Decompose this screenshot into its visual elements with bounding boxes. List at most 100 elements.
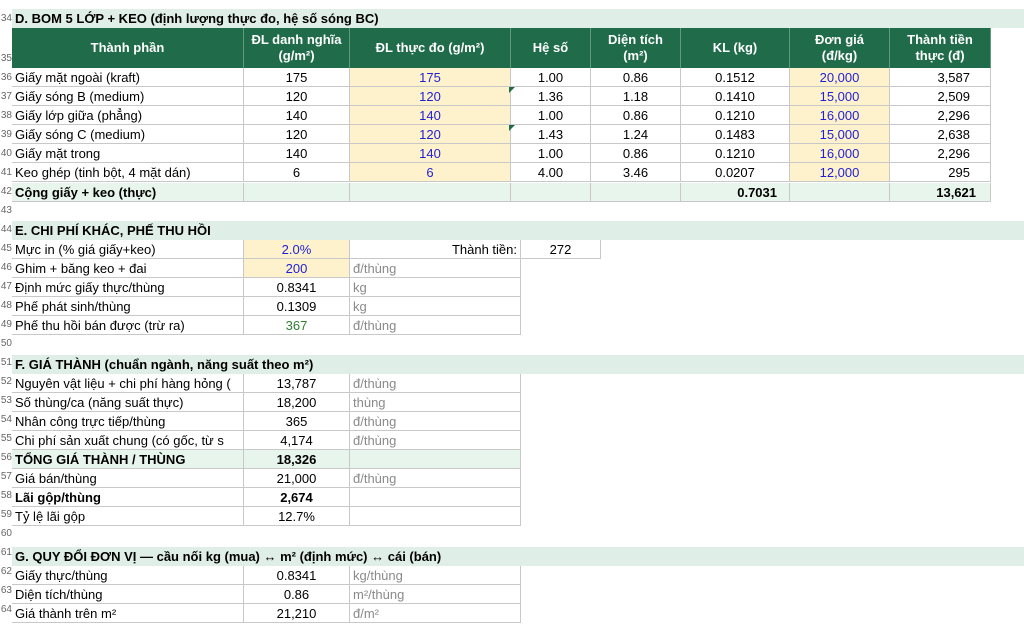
other-cost-label[interactable]: Định mức giấy thực/thùng bbox=[12, 278, 244, 297]
cost-label[interactable]: Tỷ lệ lãi gộp bbox=[12, 507, 244, 526]
bom-amount[interactable]: 2,638 bbox=[890, 125, 991, 144]
cost-label[interactable]: TỔNG GIÁ THÀNH / THÙNG bbox=[12, 450, 244, 469]
row-number[interactable]: 49 bbox=[0, 315, 12, 334]
cost-unit[interactable]: thùng bbox=[350, 393, 521, 412]
bom-component-name[interactable]: Giấy mặt trong bbox=[12, 144, 244, 163]
cost-unit[interactable] bbox=[350, 507, 521, 526]
ink-percent-input[interactable]: 2.0% bbox=[244, 240, 350, 259]
bom-area[interactable]: 1.18 bbox=[591, 87, 681, 106]
row-number[interactable]: 47 bbox=[0, 277, 12, 296]
bom-amount[interactable]: 2,509 bbox=[890, 87, 991, 106]
cost-unit[interactable]: đ/thùng bbox=[350, 412, 521, 431]
bom-unit-price-input[interactable]: 15,000 bbox=[790, 125, 890, 144]
other-cost-unit[interactable]: kg bbox=[350, 297, 521, 316]
header-nominal[interactable]: ĐL danh nghĩa (g/m²) bbox=[244, 28, 350, 68]
row-number[interactable]: 51 bbox=[0, 353, 12, 372]
cost-value[interactable]: 4,174 bbox=[244, 431, 350, 450]
cost-label[interactable]: Nguyên vật liệu + chi phí hàng hỏng ( bbox=[12, 374, 244, 393]
header-unit-price[interactable]: Đơn giá (đ/kg) bbox=[790, 28, 890, 68]
convert-value[interactable]: 0.8341 bbox=[244, 566, 350, 585]
row-number[interactable]: 46 bbox=[0, 258, 12, 277]
cost-label[interactable]: Chi phí sản xuất chung (có gốc, từ s bbox=[12, 431, 244, 450]
cost-label[interactable]: Giá bán/thùng bbox=[12, 469, 244, 488]
row-number[interactable]: 39 bbox=[0, 125, 12, 144]
bom-amount[interactable]: 2,296 bbox=[890, 144, 991, 163]
ink-label[interactable]: Mực in (% giá giấy+keo) bbox=[12, 240, 244, 259]
bom-measured-gsm-input[interactable]: 175 bbox=[350, 68, 511, 87]
row-number[interactable]: 57 bbox=[0, 467, 12, 486]
header-amount[interactable]: Thành tiền thực (đ) bbox=[890, 28, 991, 68]
cost-unit[interactable]: đ/thùng bbox=[350, 431, 521, 450]
bom-component-name[interactable]: Giấy sóng C (medium) bbox=[12, 125, 244, 144]
bom-total-amount[interactable]: 13,621 bbox=[890, 183, 991, 202]
row-number[interactable]: 38 bbox=[0, 106, 12, 125]
header-measured[interactable]: ĐL thực đo (g/m²) bbox=[350, 28, 511, 68]
bom-component-name[interactable]: Giấy mặt ngoài (kraft) bbox=[12, 68, 244, 87]
cost-value[interactable]: 18,200 bbox=[244, 393, 350, 412]
cost-value[interactable]: 365 bbox=[244, 412, 350, 431]
convert-unit[interactable]: đ/m² bbox=[350, 604, 521, 623]
other-cost-value[interactable]: 0.1309 bbox=[244, 297, 350, 316]
bom-weight[interactable]: 0.1210 bbox=[681, 106, 790, 125]
bom-unit-price-input[interactable]: 16,000 bbox=[790, 106, 890, 125]
section-title-bom[interactable]: D. BOM 5 LỚP + KEO (định lượng thực đo, … bbox=[12, 9, 1024, 28]
bom-area[interactable]: 0.86 bbox=[591, 106, 681, 125]
header-weight[interactable]: KL (kg) bbox=[681, 28, 790, 68]
row-number[interactable]: 59 bbox=[0, 505, 12, 524]
cost-unit[interactable]: đ/thùng bbox=[350, 374, 521, 393]
bom-nominal-gsm[interactable]: 6 bbox=[244, 163, 350, 182]
row-number[interactable]: 62 bbox=[0, 562, 12, 581]
bom-area[interactable]: 3.46 bbox=[591, 163, 681, 182]
bom-measured-gsm-input[interactable]: 140 bbox=[350, 144, 511, 163]
convert-label[interactable]: Giấy thực/thùng bbox=[12, 566, 244, 585]
other-cost-value[interactable]: 367 bbox=[244, 316, 350, 335]
convert-unit[interactable]: m²/thùng bbox=[350, 585, 521, 604]
convert-value[interactable]: 0.86 bbox=[244, 585, 350, 604]
bom-factor[interactable]: 1.00 bbox=[511, 106, 591, 125]
other-cost-label[interactable]: Phế phát sinh/thùng bbox=[12, 297, 244, 316]
row-number[interactable]: 45 bbox=[0, 239, 12, 258]
bom-nominal-gsm[interactable]: 140 bbox=[244, 144, 350, 163]
bom-amount[interactable]: 3,587 bbox=[890, 68, 991, 87]
row-number[interactable]: 50 bbox=[0, 334, 12, 353]
cost-value[interactable]: 18,326 bbox=[244, 450, 350, 469]
section-title-other[interactable]: E. CHI PHÍ KHÁC, PHẾ THU HỒI bbox=[12, 221, 1024, 240]
row-number[interactable]: 44 bbox=[0, 220, 12, 239]
row-number[interactable]: 60 bbox=[0, 524, 12, 543]
other-cost-label[interactable]: Phế thu hồi bán được (trừ ra) bbox=[12, 316, 244, 335]
bom-nominal-gsm[interactable]: 120 bbox=[244, 87, 350, 106]
row-number[interactable]: 52 bbox=[0, 372, 12, 391]
cell[interactable] bbox=[790, 183, 890, 202]
bom-area[interactable]: 1.24 bbox=[591, 125, 681, 144]
bom-total-label[interactable]: Cộng giấy + keo (thực) bbox=[12, 183, 244, 202]
header-area[interactable]: Diện tích (m²) bbox=[591, 28, 681, 68]
bom-factor[interactable]: 4.00 bbox=[511, 163, 591, 182]
bom-weight[interactable]: 0.1410 bbox=[681, 87, 790, 106]
row-number[interactable]: 61 bbox=[0, 543, 12, 562]
bom-component-name[interactable]: Giấy lớp giữa (phẳng) bbox=[12, 106, 244, 125]
cell[interactable] bbox=[591, 183, 681, 202]
row-number[interactable]: 56 bbox=[0, 448, 12, 467]
bom-factor[interactable]: 1.36 bbox=[511, 87, 591, 106]
bom-unit-price-input[interactable]: 12,000 bbox=[790, 163, 890, 182]
bom-factor[interactable]: 1.00 bbox=[511, 144, 591, 163]
header-component[interactable]: Thành phần bbox=[12, 28, 244, 68]
cost-label[interactable]: Số thùng/ca (năng suất thực) bbox=[12, 393, 244, 412]
bom-amount[interactable]: 2,296 bbox=[890, 106, 991, 125]
bom-nominal-gsm[interactable]: 140 bbox=[244, 106, 350, 125]
other-cost-value[interactable]: 200 bbox=[244, 259, 350, 278]
convert-value[interactable]: 21,210 bbox=[244, 604, 350, 623]
convert-label[interactable]: Diện tích/thùng bbox=[12, 585, 244, 604]
bom-nominal-gsm[interactable]: 175 bbox=[244, 68, 350, 87]
ink-amount-value[interactable]: 272 bbox=[521, 240, 601, 259]
bom-unit-price-input[interactable]: 16,000 bbox=[790, 144, 890, 163]
bom-total-weight[interactable]: 0.7031 bbox=[681, 183, 790, 202]
bom-measured-gsm-input[interactable]: 6 bbox=[350, 163, 511, 182]
bom-factor[interactable]: 1.43 bbox=[511, 125, 591, 144]
cost-label[interactable]: Lãi gộp/thùng bbox=[12, 488, 244, 507]
bom-weight[interactable]: 0.0207 bbox=[681, 163, 790, 182]
cell[interactable] bbox=[511, 183, 591, 202]
row-number[interactable]: 63 bbox=[0, 581, 12, 600]
row-number[interactable]: 43 bbox=[0, 201, 12, 220]
header-factor[interactable]: Hệ số bbox=[511, 28, 591, 68]
